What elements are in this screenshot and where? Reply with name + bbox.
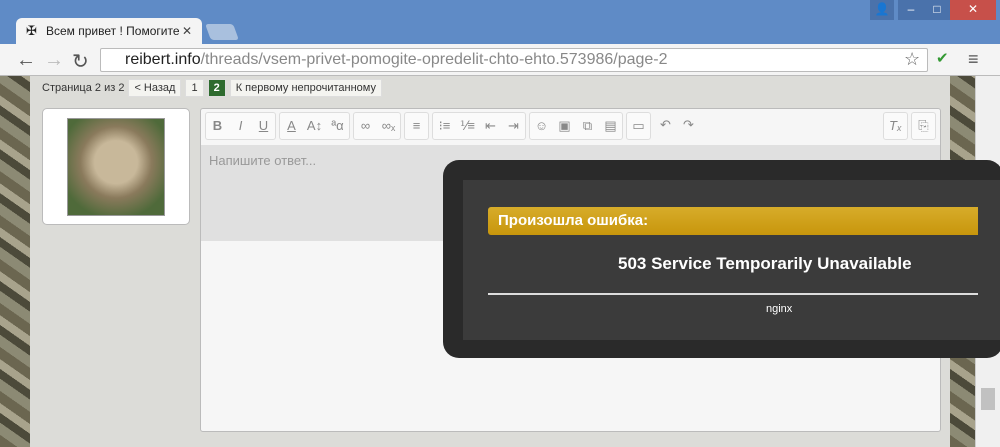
avatar-image [67,118,165,216]
menu-icon[interactable]: ≡ [968,49,979,70]
link-icon[interactable]: ∞ [354,113,377,139]
italic-icon[interactable]: I [229,113,252,139]
indent-icon[interactable]: ⇥ [502,113,525,139]
font-family-icon[interactable]: ªα [326,113,349,139]
smiley-icon[interactable]: ☺ [530,113,553,139]
divider [488,293,978,295]
font-color-icon[interactable]: A [280,113,303,139]
prev-page-link[interactable]: < Назад [128,79,182,97]
close-window-button[interactable]: ✕ [950,0,996,20]
background-pattern [0,76,30,447]
page-link-1[interactable]: 1 [185,79,204,97]
reply-placeholder: Напишите ответ... [209,153,317,168]
page-label: Страница 2 из 2 [42,82,125,94]
server-name: nginx [766,303,793,315]
save-draft-icon[interactable]: ▭ [627,113,650,139]
scrollbar-thumb[interactable] [981,388,995,410]
bookmark-star-icon[interactable]: ☆ [904,49,920,70]
image-icon[interactable]: ▣ [553,113,576,139]
align-icon[interactable]: ≡ [405,113,428,139]
tab-title: Всем привет ! Помогите [46,24,180,38]
underline-icon[interactable]: U [252,113,275,139]
bullet-list-icon[interactable]: ⁝≡ [433,113,456,139]
maximize-button[interactable]: □ [924,0,950,20]
unlink-icon[interactable]: ∞ₓ [377,113,400,139]
browser-toolbar: ← → ↻ reibert.info/threads/vsem-privet-p… [0,44,1000,76]
url-domain: reibert.info [125,51,201,68]
toggle-bbcode-icon[interactable]: ⎘ [912,113,935,139]
forward-icon[interactable]: → [44,49,64,72]
numbered-list-icon[interactable]: ⅟≡ [456,113,479,139]
url-path: /threads/vsem-privet-pomogite-opredelit-… [200,51,668,68]
undo-icon[interactable]: ↶ [654,112,677,140]
reload-icon[interactable]: ↻ [72,49,89,74]
browser-tab[interactable]: ✠ Всем привет ! Помогите ✕ [16,18,202,44]
site-favicon-icon: ✠ [26,23,37,38]
error-message: 503 Service Temporarily Unavailable [618,254,912,273]
first-unread-link[interactable]: К первому непрочитанному [229,79,382,97]
font-size-icon[interactable]: A↕ [303,113,326,139]
user-icon[interactable]: 👤 [870,0,894,20]
outdent-icon[interactable]: ⇤ [479,113,502,139]
editor-toolbar: BIU A A↕ ªα ∞ ∞ₓ ≡ ⁝≡ ⅟≡ ⇤ ⇥ ☺ ▣ ⧉ ▤ ▭ ↶ ↷ Tₓ ⎘ [205,112,936,142]
extension-icon[interactable]: ✔ [936,49,949,67]
close-tab-icon[interactable]: ✕ [182,18,192,44]
media-icon[interactable]: ⧉ [576,113,599,139]
bold-icon[interactable]: B [206,113,229,139]
pagination: Страница 2 из 2 < Назад 1 2 К первому не… [42,79,382,97]
page-link-2[interactable]: 2 [207,79,226,97]
back-icon[interactable]: ← [16,49,36,72]
address-bar[interactable]: reibert.info/threads/vsem-privet-pomogit… [100,48,928,72]
user-avatar[interactable] [42,108,190,225]
quote-icon[interactable]: ▤ [599,113,622,139]
redo-icon[interactable]: ↷ [677,112,700,140]
minimize-button[interactable]: – [898,0,924,20]
error-title: Произошла ошибка: [488,207,978,235]
new-tab-button[interactable] [205,24,239,40]
remove-format-icon[interactable]: Tₓ [884,113,907,139]
